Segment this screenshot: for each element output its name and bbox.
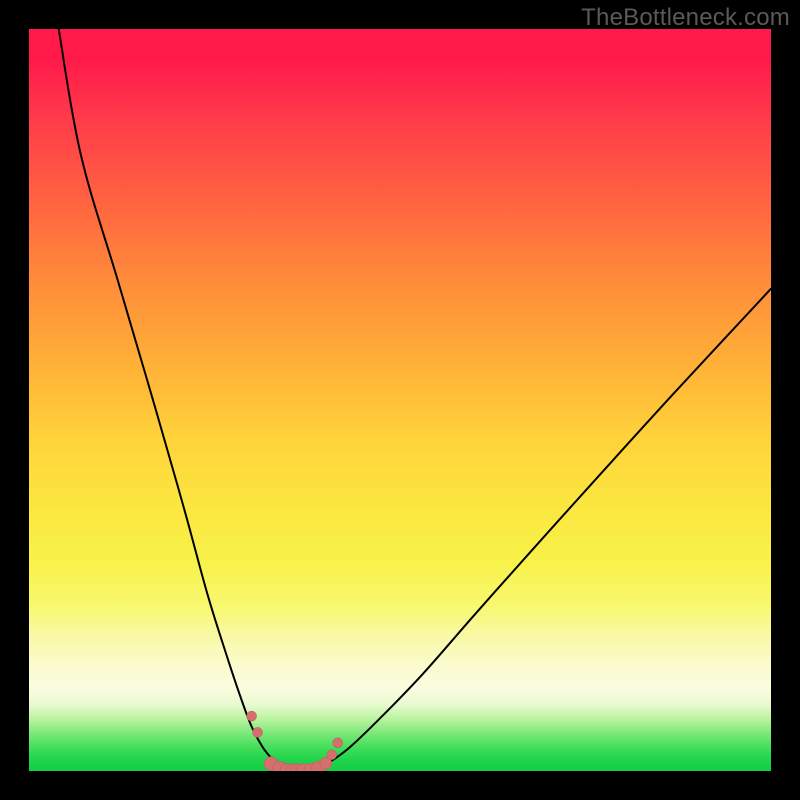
right-ascending-curve [311, 289, 771, 771]
plot-area [29, 29, 771, 771]
watermark-text: TheBottleneck.com [581, 4, 790, 32]
valley-marker-dots [247, 711, 343, 771]
outer-frame: TheBottleneck.com [0, 0, 800, 800]
valley-marker-dot [333, 738, 343, 748]
valley-marker-dot [253, 727, 263, 737]
valley-marker-dot [327, 750, 337, 760]
bottleneck-curve-chart [29, 29, 771, 771]
valley-marker-dot [247, 711, 257, 721]
left-descending-curve [59, 29, 289, 771]
